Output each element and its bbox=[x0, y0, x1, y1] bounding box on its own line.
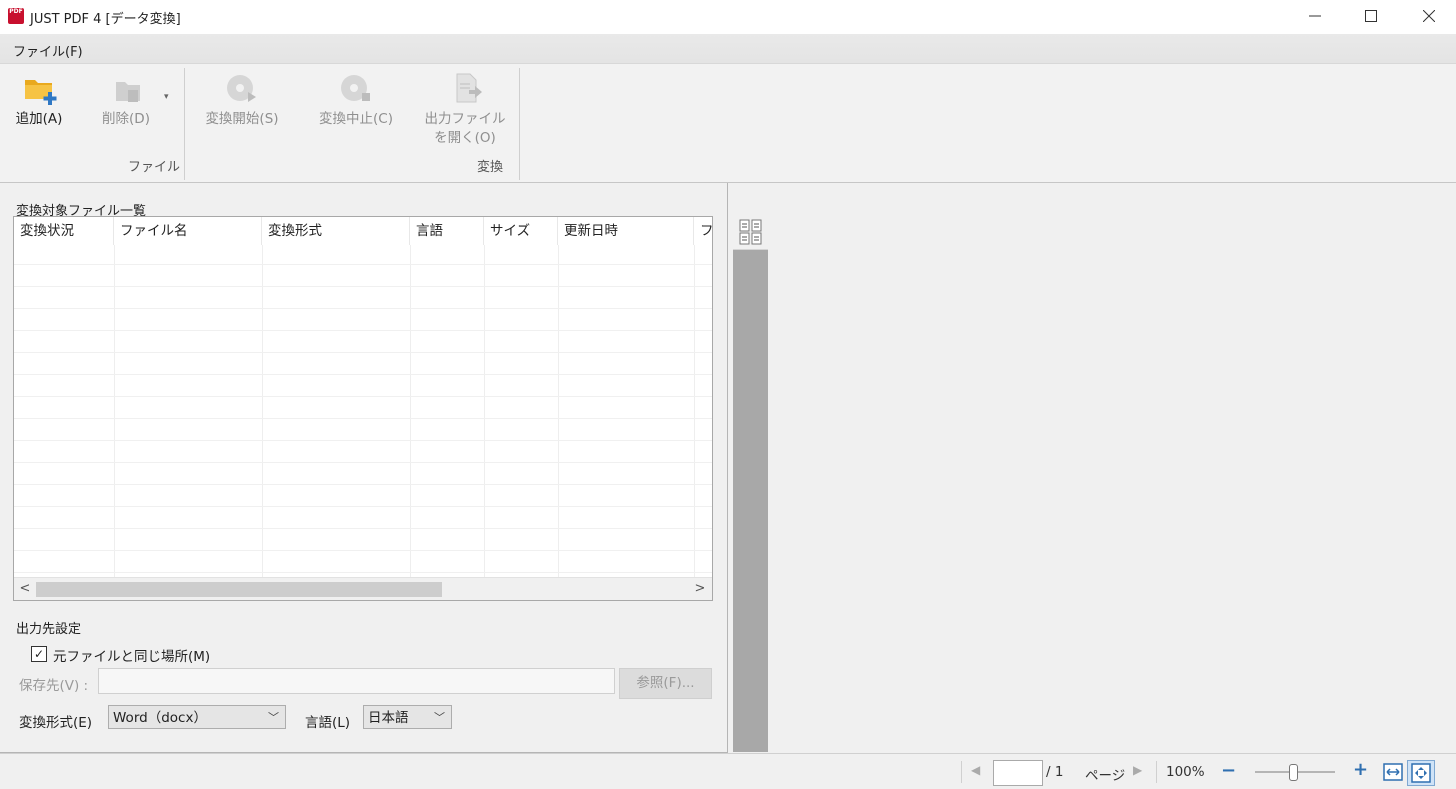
minimize-icon bbox=[1309, 15, 1321, 17]
delete-label: 削除(D) bbox=[102, 111, 150, 127]
prev-page-icon[interactable]: ◀ bbox=[971, 763, 980, 777]
file-list-table[interactable]: 変換状況 ファイル名 変換形式 言語 サイズ 更新日時 フ < > bbox=[13, 216, 713, 601]
thumbnail-grid-icon bbox=[739, 219, 762, 245]
save-to-input[interactable] bbox=[98, 668, 615, 694]
start-label: 変換開始(S) bbox=[205, 111, 279, 127]
row-divider bbox=[14, 308, 712, 309]
group-separator bbox=[184, 68, 185, 180]
language-select[interactable]: 日本語 ﹀ bbox=[363, 705, 452, 729]
format-label: 変換形式(E) bbox=[19, 715, 93, 731]
window-title: JUST PDF 4 [データ変換] bbox=[30, 12, 181, 27]
row-divider bbox=[14, 330, 712, 331]
fit-width-icon bbox=[1383, 763, 1403, 781]
row-divider bbox=[14, 506, 712, 507]
stop-label: 変換中止(C) bbox=[319, 111, 393, 127]
group-file-label: ファイル bbox=[128, 160, 181, 175]
column-header[interactable]: サイズ bbox=[484, 217, 558, 245]
format-select[interactable]: Word（docx） ﹀ bbox=[108, 705, 286, 729]
row-divider bbox=[14, 484, 712, 485]
zoom-in-button[interactable]: + bbox=[1353, 759, 1368, 780]
language-label: 言語(L) bbox=[305, 715, 351, 731]
preview-pane bbox=[769, 183, 1456, 752]
status-bar: ◀ / 1 ページ ▶ 100% − + bbox=[0, 753, 1456, 789]
fit-page-icon bbox=[1411, 763, 1431, 783]
row-divider bbox=[14, 440, 712, 441]
horizontal-scrollbar[interactable]: < > bbox=[14, 577, 712, 600]
column-header[interactable]: 更新日時 bbox=[558, 217, 694, 245]
maximize-icon bbox=[1365, 10, 1377, 22]
status-divider bbox=[1156, 761, 1157, 783]
browse-button[interactable]: 参照(F)... bbox=[619, 668, 712, 699]
fit-width-button[interactable] bbox=[1383, 762, 1403, 782]
delete-dropdown-icon[interactable]: ▾ bbox=[164, 92, 169, 102]
row-divider bbox=[14, 550, 712, 551]
fit-page-button[interactable] bbox=[1407, 760, 1435, 786]
scroll-thumb[interactable] bbox=[36, 582, 442, 597]
column-header[interactable]: フ bbox=[694, 217, 712, 245]
chevron-down-icon: ﹀ bbox=[268, 711, 279, 724]
page-total: / 1 bbox=[1046, 764, 1064, 780]
app-icon: PDF bbox=[8, 8, 24, 24]
row-divider bbox=[14, 418, 712, 419]
open-file-icon bbox=[445, 70, 485, 106]
chevron-down-icon: ﹀ bbox=[434, 711, 445, 724]
convert-start-icon bbox=[222, 70, 262, 106]
ribbon: 追加(A) 削除(D) ▾ ファイル 変換開始(S) 変換中止(C) 出力ファイ… bbox=[0, 64, 1456, 183]
column-header[interactable]: ファイル名 bbox=[114, 217, 262, 245]
scroll-right-icon[interactable]: > bbox=[691, 580, 709, 598]
column-header[interactable]: 言語 bbox=[410, 217, 484, 245]
delete-button[interactable]: 削除(D) bbox=[92, 70, 160, 129]
maximize-button[interactable] bbox=[1348, 0, 1394, 32]
pane-splitter[interactable] bbox=[733, 183, 768, 752]
same-location-checkbox[interactable]: ✓ bbox=[31, 646, 47, 662]
row-divider bbox=[14, 286, 712, 287]
group-separator bbox=[519, 68, 520, 180]
menu-bar: ファイル(F) bbox=[0, 34, 1456, 64]
zoom-level: 100% bbox=[1166, 764, 1205, 780]
folder-delete-icon bbox=[106, 70, 146, 106]
close-icon bbox=[1423, 10, 1435, 22]
add-label: 追加(A) bbox=[15, 111, 63, 127]
open-output-button[interactable]: 出力ファイル を開く(O) bbox=[420, 70, 510, 148]
scroll-left-icon[interactable]: < bbox=[16, 580, 34, 598]
thumbnail-toggle[interactable] bbox=[733, 183, 768, 250]
open-output-label-1: 出力ファイル bbox=[424, 111, 506, 127]
output-settings-title: 出力先設定 bbox=[16, 622, 82, 637]
convert-stop-icon bbox=[336, 70, 376, 106]
open-output-label-2: を開く(O) bbox=[434, 130, 496, 146]
zoom-slider[interactable] bbox=[1255, 764, 1335, 781]
row-divider bbox=[14, 528, 712, 529]
page-input[interactable] bbox=[993, 760, 1043, 786]
column-header[interactable]: 変換状況 bbox=[14, 217, 114, 245]
page-unit: ページ bbox=[1085, 768, 1126, 784]
row-divider bbox=[14, 374, 712, 375]
zoom-out-button[interactable]: − bbox=[1221, 760, 1236, 781]
column-header[interactable]: 変換形式 bbox=[262, 217, 410, 245]
format-select-value: Word（docx） bbox=[113, 710, 207, 726]
row-divider bbox=[14, 396, 712, 397]
save-to-label: 保存先(V) : bbox=[19, 678, 89, 694]
row-divider bbox=[14, 572, 712, 573]
language-select-value: 日本語 bbox=[368, 710, 409, 726]
next-page-icon[interactable]: ▶ bbox=[1133, 763, 1142, 777]
menu-file[interactable]: ファイル(F) bbox=[13, 41, 83, 60]
status-divider bbox=[961, 761, 962, 783]
row-divider bbox=[14, 264, 712, 265]
close-button[interactable] bbox=[1406, 0, 1452, 32]
stop-convert-button[interactable]: 変換中止(C) bbox=[310, 70, 402, 129]
start-convert-button[interactable]: 変換開始(S) bbox=[196, 70, 288, 129]
folder-add-icon bbox=[19, 70, 59, 106]
zoom-slider-thumb[interactable] bbox=[1289, 764, 1299, 781]
group-convert-label: 変換 bbox=[477, 160, 504, 175]
title-bar: PDF JUST PDF 4 [データ変換] bbox=[0, 0, 1456, 34]
minimize-button[interactable] bbox=[1292, 0, 1338, 32]
row-divider bbox=[14, 462, 712, 463]
add-button[interactable]: 追加(A) bbox=[8, 70, 70, 129]
row-divider bbox=[14, 352, 712, 353]
conversion-panel: 変換対象ファイル一覧 変換状況 ファイル名 変換形式 言語 サイズ 更新日時 フ… bbox=[0, 183, 728, 753]
same-location-label[interactable]: 元ファイルと同じ場所(M) bbox=[53, 645, 210, 665]
